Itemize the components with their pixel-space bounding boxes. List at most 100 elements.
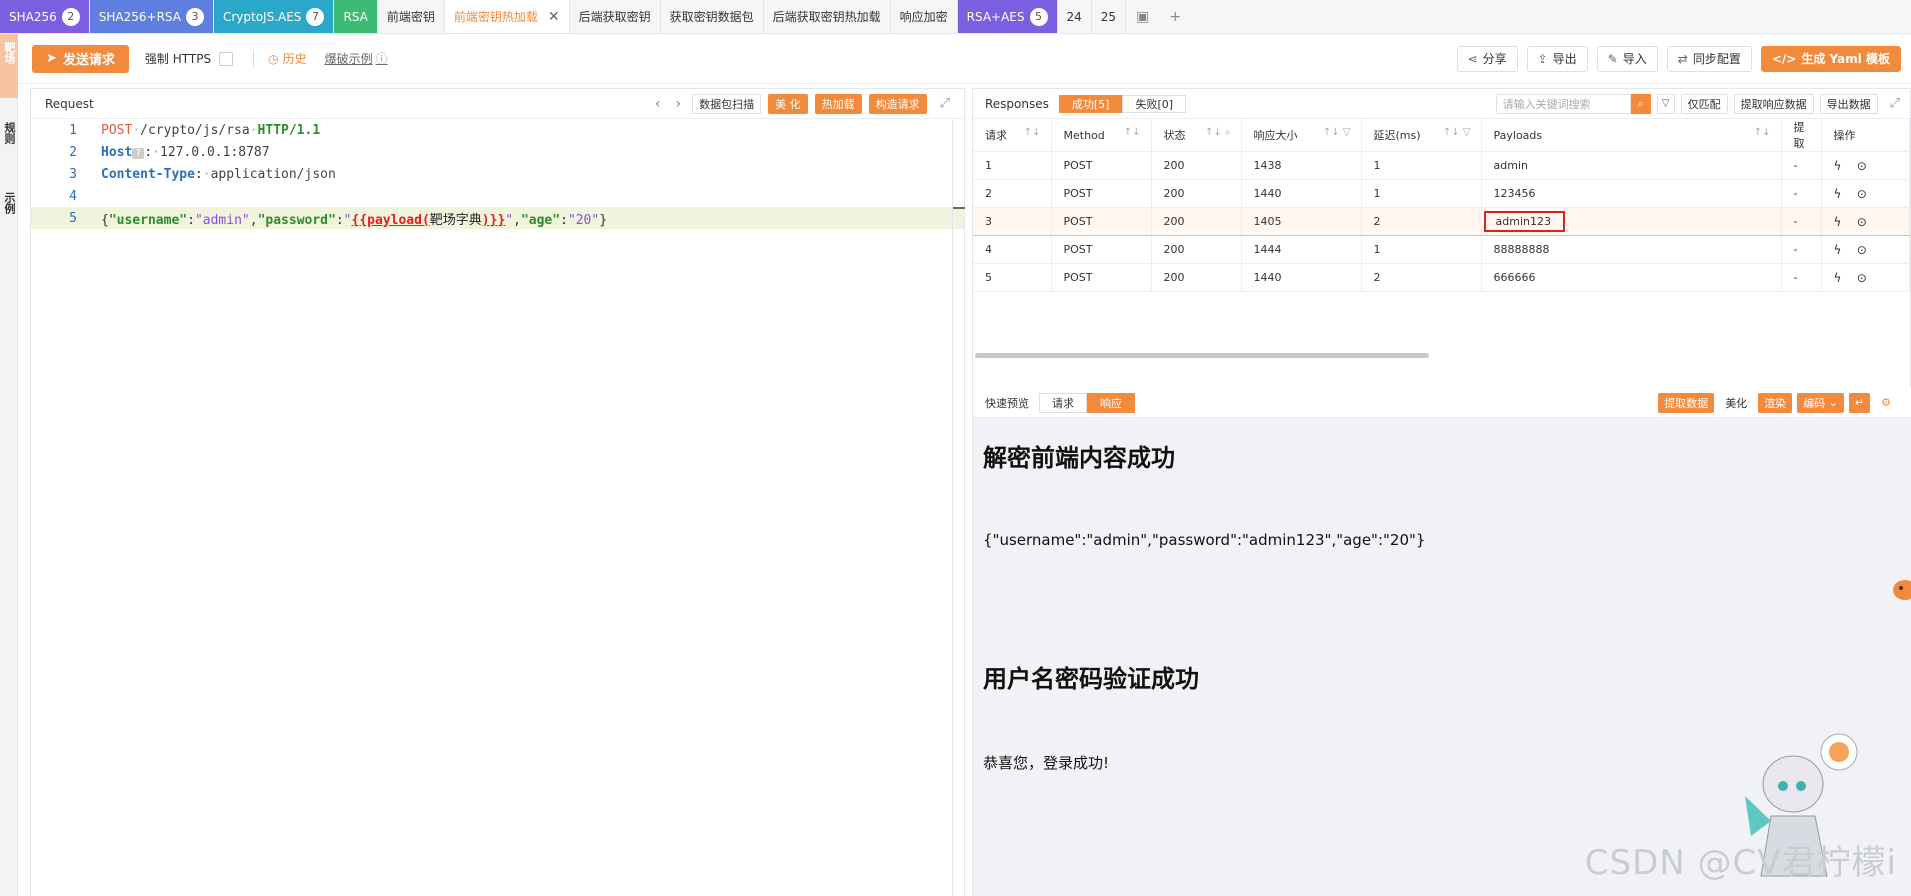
arrow-circle-icon[interactable]: ⊙ [1857,271,1867,285]
hotload-button[interactable]: 热加载 [814,93,862,114]
search-icon[interactable]: ⌕ [1630,93,1651,114]
cell-payload: admin123 [1481,207,1782,236]
watermark: CSDN @CV君柠檬i [1584,843,1897,883]
extract-response-button[interactable]: 提取响应数据 [1733,93,1814,114]
chevron-right-icon[interactable]: › [671,96,685,112]
tab-sha256-rsa[interactable]: SHA256+RSA 3 [89,0,214,33]
encoding-dropdown[interactable]: 编码 ⌄ [1797,392,1844,413]
col-header[interactable]: 状态 ↑↓ ⌕ [1151,119,1242,152]
beautify-toggle[interactable]: 美化 [1719,393,1753,413]
cell-id: 3 [973,207,1052,236]
arrow-circle-icon[interactable]: ⊙ [1857,215,1867,229]
extract-data-button[interactable]: 提取数据 [1658,392,1715,413]
table-row[interactable]: 5 POST 200 1440 2 666666 - ϟ ⊙ [973,263,1910,292]
code-line-current: 5 {"username":"admin","password":"{{payl… [31,207,964,229]
cell-actions: ϟ ⊙ [1821,263,1910,292]
force-https-checkbox[interactable] [219,51,234,66]
preview-body: 解密前端内容成功 {"username":"admin","password":… [972,418,1911,896]
table-row[interactable]: 2 POST 200 1440 1 123456 - ϟ ⊙ [973,179,1910,208]
tab-24[interactable]: 24 [1058,0,1092,33]
col-header[interactable]: Payloads ↑↓ [1481,119,1782,152]
bolt-icon[interactable]: ϟ [1834,187,1842,201]
rail-item-range[interactable]: 靶场 [0,34,18,98]
tab-fail[interactable]: 失败[0] [1122,94,1187,113]
request-path: /crypto/js/rsa [140,122,250,138]
table-row-selected[interactable]: 3 POST 200 1405 2 admin123 - ϟ ⊙ [973,207,1910,236]
keyword-search-input[interactable]: 请输入关键词搜索 [1495,93,1631,114]
bolt-icon[interactable]: ϟ [1834,271,1842,285]
cell-method: POST [1051,263,1152,292]
wrap-icon[interactable]: ↵ [1848,392,1871,413]
save-icon[interactable]: ▣ [1126,0,1159,33]
gear-icon[interactable]: ⚙ [1875,393,1897,413]
code-icon: </> [1771,51,1797,66]
editor-scrollbar[interactable] [952,119,965,896]
expand-icon[interactable]: ⤢ [940,96,950,111]
sort-icon[interactable]: ↑↓ [1024,127,1041,138]
tab-backend-key-hotload[interactable]: 后端获取密钥热加载 [764,0,891,33]
tab-rsa[interactable]: RSA [334,0,378,33]
sync-config-button[interactable]: ⇄ 同步配置 [1666,45,1752,72]
tab-success[interactable]: 成功[5] [1058,94,1123,113]
bolt-icon[interactable]: ϟ [1834,215,1842,229]
sort-icon[interactable]: ↑↓ ⌕ [1205,127,1231,138]
beautify-button[interactable]: 美 化 [768,93,808,114]
rail-item-rules[interactable]: 规则 [0,114,18,174]
cell-actions: ϟ ⊙ [1821,151,1910,180]
history-button[interactable]: ◷ 历史 [268,50,307,67]
share-button[interactable]: ⋖ 分享 [1456,45,1518,72]
close-icon[interactable]: ✕ [548,9,560,25]
cell-actions: ϟ ⊙ [1821,179,1910,208]
horizontal-scrollbar[interactable] [975,353,1429,358]
bolt-icon[interactable]: ϟ [1834,159,1842,173]
col-header[interactable]: 延迟(ms) ↑↓ ▽ [1361,119,1482,152]
cell-method: POST [1051,207,1152,236]
cell-status: 200 [1151,151,1242,180]
construct-request-button[interactable]: 构造请求 [868,93,927,114]
arrow-circle-icon[interactable]: ⊙ [1857,243,1867,257]
render-toggle[interactable]: 渲染 [1758,392,1793,413]
sort-icon[interactable]: ↑↓ ▽ [1443,127,1471,138]
request-editor[interactable]: 1 POST·/crypto/js/rsa·HTTP/1.1 2 Host?:·… [31,119,965,896]
col-header[interactable]: Method ↑↓ [1051,119,1152,152]
tab-count: 3 [185,7,204,26]
packet-scan-button[interactable]: 数据包扫描 [692,93,762,114]
table-row[interactable]: 1 POST 200 1438 1 admin - ϟ ⊙ [973,151,1910,180]
tab-preview-request[interactable]: 请求 [1039,392,1087,413]
bolt-icon[interactable]: ϟ [1834,243,1842,257]
add-tab-icon[interactable]: + [1159,0,1191,33]
json-key: "age" [520,212,561,228]
tab-preview-response[interactable]: 响应 [1087,392,1135,413]
export-button[interactable]: ⇪ 导出 [1526,45,1588,72]
tab-25[interactable]: 25 [1092,0,1127,33]
chevron-left-icon[interactable]: ‹ [651,96,665,112]
col-header[interactable]: 请求 ↑↓ [973,119,1052,152]
main-toolbar: ➤ 发送请求 强制 HTTPS ◷ 历史 爆破示例 ⓘ ⋖ 分享 ⇪ 导出 ✎ 导入 ⇄ 同步… [18,34,1911,84]
arrow-circle-icon[interactable]: ⊙ [1857,187,1867,201]
tab-frontend-key-hotload[interactable]: 前端密钥热加载 ✕ [444,0,570,33]
tab-rsa-aes[interactable]: RSA+AES 5 [957,0,1058,33]
brute-demo-link[interactable]: 爆破示例 ⓘ [325,50,388,67]
export-data-button[interactable]: 导出数据 [1819,93,1878,114]
tab-key-packet[interactable]: 获取密钥数据包 [661,0,764,33]
cell-extract: - [1781,263,1822,292]
import-button[interactable]: ✎ 导入 [1596,45,1658,72]
rail-item-examples[interactable]: 示例 [0,184,18,264]
tab-backend-key[interactable]: 后端获取密钥 [570,0,661,33]
sort-icon[interactable]: ↑↓ [1124,127,1141,138]
tab-cryptojs-aes[interactable]: CryptoJS.AES 7 [213,0,335,33]
only-match-button[interactable]: 仅匹配 [1680,93,1728,114]
tab-response-encrypt[interactable]: 响应加密 [891,0,958,33]
cell-status: 200 [1151,207,1242,236]
arrow-circle-icon[interactable]: ⊙ [1857,159,1867,173]
send-request-button[interactable]: ➤ 发送请求 [32,44,129,73]
expand-icon[interactable]: ⤢ [1890,96,1900,111]
generate-yaml-button[interactable]: </> 生成 Yaml 模板 [1760,45,1901,72]
col-header[interactable]: 响应大小 ↑↓ ▽ [1241,119,1362,152]
sort-icon[interactable]: ↑↓ [1754,127,1771,138]
tab-sha256[interactable]: SHA256 2 [0,0,90,33]
filter-icon[interactable]: ▽ [1656,93,1675,114]
tab-frontend-key[interactable]: 前端密钥 [378,0,445,33]
sort-icon[interactable]: ↑↓ ▽ [1323,127,1351,138]
table-row[interactable]: 4 POST 200 1444 1 88888888 - ϟ ⊙ [973,235,1910,264]
